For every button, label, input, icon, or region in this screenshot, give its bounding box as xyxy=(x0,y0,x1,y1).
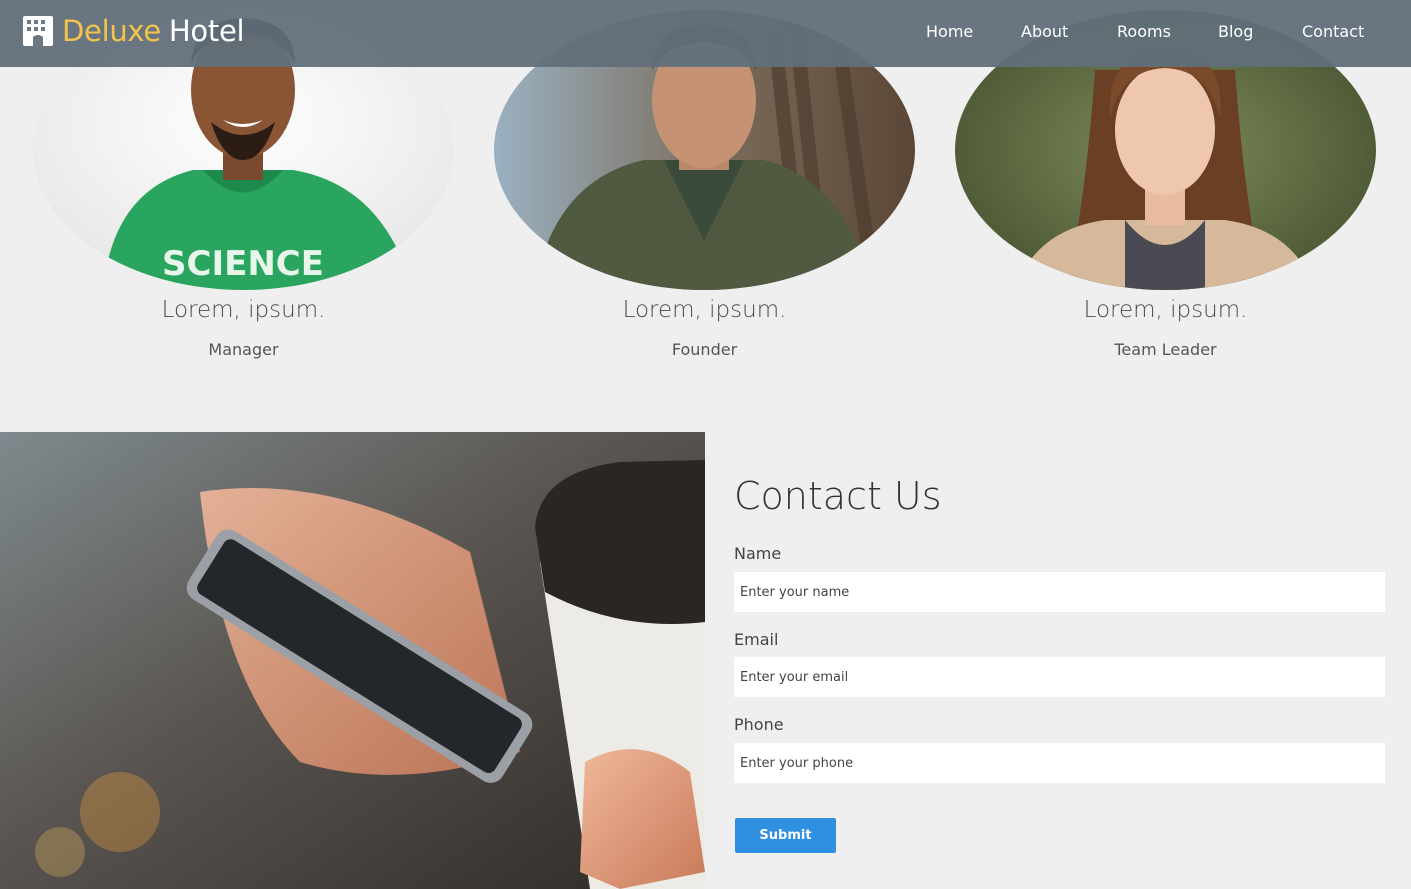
team-member-role: Team Leader xyxy=(1114,340,1217,359)
nav-rooms[interactable]: Rooms xyxy=(1117,22,1171,41)
brand-name-first: Deluxe xyxy=(62,14,161,48)
svg-text:SCIENCE: SCIENCE xyxy=(162,244,324,284)
team-member-role: Manager xyxy=(208,340,279,359)
nav-contact[interactable]: Contact xyxy=(1302,22,1364,41)
nav-about[interactable]: About xyxy=(1021,22,1068,41)
contact-image xyxy=(0,432,705,889)
nav-home[interactable]: Home xyxy=(926,22,973,41)
submit-button[interactable]: Submit xyxy=(735,818,836,853)
name-label: Name xyxy=(734,544,782,563)
phone-input[interactable] xyxy=(734,743,1385,783)
contact-title: Contact Us xyxy=(734,474,942,518)
team-member-name: Lorem, ipsum. xyxy=(622,297,787,323)
team-member-name: Lorem, ipsum. xyxy=(1083,297,1248,323)
nav-blog[interactable]: Blog xyxy=(1218,22,1253,41)
team-member-name: Lorem, ipsum. xyxy=(161,297,326,323)
email-input[interactable] xyxy=(734,657,1385,697)
email-label: Email xyxy=(734,630,779,649)
name-input[interactable] xyxy=(734,572,1385,612)
team-member-role: Founder xyxy=(671,340,738,359)
brand-logo-link[interactable]: Deluxe Hotel xyxy=(22,14,245,48)
hand-phone-coffee-image xyxy=(0,432,705,889)
top-navbar: Deluxe Hotel Home About Rooms Blog Conta… xyxy=(0,0,1411,67)
hotel-building-icon xyxy=(23,16,53,46)
contact-form: Contact Us Name Email Phone Submit xyxy=(734,432,1385,889)
brand-name-second: Hotel xyxy=(168,14,245,48)
phone-label: Phone xyxy=(734,715,784,734)
